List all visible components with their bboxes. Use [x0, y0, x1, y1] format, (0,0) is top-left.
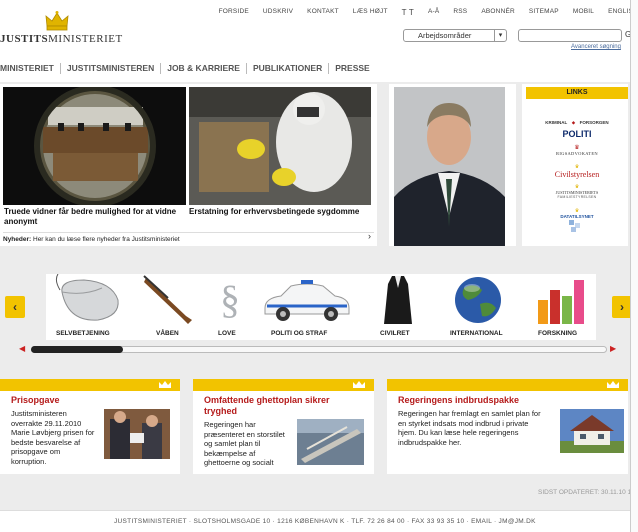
site-footer: JUSTITSMINISTERIET · SLOTSHOLMSGADE 10 ·…	[0, 510, 638, 532]
feature-body: Regeringen har præsenteret en storstilet…	[204, 420, 285, 467]
links-panel: LINKS KRIMINAL ◆ FORSORGEN POLITI ♛ RIGS…	[522, 84, 628, 246]
carousel-strip: SELVBETJENING VÅBEN § LOVE POLITI OG STR	[46, 273, 596, 340]
feature-body: Regeringen har fremlagt en samlet plan f…	[398, 409, 541, 447]
news-more-line[interactable]: Nyheder: Her kan du læse flere nyheder f…	[3, 232, 374, 243]
feature-indbrudspakke[interactable]: Regeringens indbrudspakke Regeringen har…	[387, 379, 628, 474]
courtroom-photo[interactable]	[3, 87, 186, 205]
minister-portrait-photo[interactable]	[394, 87, 505, 246]
carousel-item-civilret[interactable]: CIVILRET	[378, 274, 422, 340]
datatilsynet-squares-icon	[569, 220, 580, 232]
crown-icon	[159, 381, 171, 388]
minister-panel	[389, 84, 516, 246]
bar-chart-icon	[538, 280, 584, 324]
area-select[interactable]: Arbejdsområder ▾	[403, 29, 507, 42]
site-logo-text[interactable]: JUSTITSMINISTERIET	[0, 33, 123, 45]
feature-title[interactable]: Prisopgave	[11, 395, 176, 406]
topnav-text-size[interactable]: T T	[402, 8, 414, 17]
area-select-value: Arbejdsområder	[418, 31, 472, 40]
topic-carousel: ‹ SELVBETJENING VÅBEN § LOVE POLITI OG S…	[0, 270, 638, 358]
topnav-laes-hoejt[interactable]: LÆS HØJT	[353, 8, 388, 17]
carousel-label: POLITI OG STRAF	[271, 330, 328, 337]
crown-icon	[607, 381, 619, 388]
topnav-sitemap[interactable]: SITEMAP	[529, 8, 559, 17]
house-photo[interactable]	[560, 409, 624, 453]
carousel-item-love[interactable]: § LOVE	[212, 274, 248, 340]
news-label: Nyheder:	[3, 236, 32, 243]
carousel-scroll-thumb[interactable]	[31, 346, 123, 353]
nav-justitsministeren[interactable]: JUSTITSMINISTEREN	[61, 63, 162, 74]
crown-icon	[353, 381, 365, 388]
globe-icon	[455, 277, 501, 323]
crown-logo-icon[interactable]	[44, 10, 70, 32]
carousel-item-international[interactable]: INTERNATIONAL	[442, 274, 508, 340]
carousel-label: SELVBETJENING	[56, 330, 110, 337]
link-datatilsynet[interactable]: ♛ DATATILSYNET	[526, 208, 628, 238]
feature-header-bar	[0, 379, 180, 391]
judge-robe-icon	[384, 276, 412, 324]
main-nav: MINISTERIET JUSTITSMINISTEREN JOB & KARR…	[0, 63, 376, 74]
link-rigsadvokaten[interactable]: ♛ RIGSADVOKATEN	[526, 144, 628, 156]
link-familiestyrelsen[interactable]: ♛ JUSTITSMINISTERIETS FAMILIESTYRELSEN	[526, 184, 628, 199]
site-header: JUSTITSMINISTERIET FORSIDE UDSKRIV KONTA…	[0, 0, 638, 82]
computer-mouse-icon	[55, 273, 119, 321]
topnav-kontakt[interactable]: KONTAKT	[307, 8, 339, 17]
carousel-label: LOVE	[218, 330, 236, 337]
crown-icon: ♛	[574, 145, 580, 151]
carousel-prev-button[interactable]: ‹	[5, 296, 25, 318]
news-panel: Truede vidner får bedre mulighed for at …	[0, 84, 377, 246]
carousel-label: CIVILRET	[380, 330, 410, 337]
rifle-icon	[143, 275, 192, 324]
link-politi[interactable]: POLITI	[526, 124, 628, 142]
asbestos-worker-image	[189, 87, 371, 205]
carousel-label: VÅBEN	[156, 330, 179, 337]
carousel-label: FORSKNING	[538, 330, 577, 337]
feature-title[interactable]: Omfattende ghettoplan sikrer tryghed	[204, 395, 364, 417]
topnav-abonner[interactable]: ABONNÉR	[481, 8, 515, 17]
feature-ghettoplan[interactable]: Omfattende ghettoplan sikrer tryghed Reg…	[193, 379, 374, 474]
search-input[interactable]	[518, 29, 622, 42]
last-updated-text: SIDST OPDATERET: 30.11.10 11	[538, 489, 635, 496]
news-caption-2[interactable]: Erstatning for erhvervsbetingede sygdomm…	[189, 207, 375, 217]
police-car-icon	[264, 280, 350, 321]
carousel-item-forskning[interactable]: FORSKNING	[534, 274, 594, 340]
minister-portrait-image	[394, 87, 505, 246]
news-caption-1[interactable]: Truede vidner får bedre mulighed for at …	[4, 207, 184, 227]
feature-prisopgave[interactable]: Prisopgave Justitsministeren overrakte 2…	[0, 379, 180, 474]
carousel-label: INTERNATIONAL	[450, 330, 503, 337]
nav-ministeriet[interactable]: MINISTERIET	[0, 63, 61, 74]
scroll-left-arrow-icon[interactable]: ◀	[19, 344, 25, 353]
scroll-right-arrow-icon[interactable]: ▶	[610, 344, 616, 353]
topnav-forside[interactable]: FORSIDE	[219, 8, 249, 17]
topnav-rss[interactable]: RSS	[453, 8, 467, 17]
links-heading: LINKS	[526, 87, 628, 99]
chevron-down-icon: ▾	[494, 30, 506, 41]
feature-body: Justitsministeren overrakte 29.11.2010 M…	[11, 409, 95, 466]
asbestos-worker-photo[interactable]	[189, 87, 371, 205]
topnav-mobil[interactable]: MOBIL	[573, 8, 594, 17]
nav-presse[interactable]: PRESSE	[329, 63, 376, 74]
advanced-search-link[interactable]: Avanceret søgning	[571, 44, 621, 50]
housing-aerial-photo[interactable]	[297, 419, 364, 465]
news-more-text: Her kan du læse flere nyheder fra Justit…	[33, 236, 180, 243]
carousel-item-politi-og-straf[interactable]: POLITI OG STRAF	[261, 274, 361, 340]
carousel-item-selvbetjening[interactable]: SELVBETJENING	[54, 273, 134, 340]
paragraph-icon: §	[220, 277, 240, 322]
carousel-item-vaaben[interactable]: VÅBEN	[142, 274, 202, 340]
page-vertical-scrollbar[interactable]	[630, 0, 638, 532]
feature-header-bar	[387, 379, 628, 391]
feature-title[interactable]: Regeringens indbrudspakke	[398, 395, 618, 406]
courtroom-image	[3, 87, 186, 205]
chevron-right-icon[interactable]: ›	[368, 231, 371, 241]
footer-address-text: JUSTITSMINISTERIET · SLOTSHOLMSGADE 10 ·…	[114, 518, 536, 525]
topnav-a-aa[interactable]: A-Å	[428, 8, 439, 17]
nav-publikationer[interactable]: PUBLIKATIONER	[247, 63, 330, 74]
top-utility-nav: FORSIDE UDSKRIV KONTAKT LÆS HØJT T T A-Å…	[205, 8, 638, 17]
nav-job-karriere[interactable]: JOB & KARRIERE	[161, 63, 247, 74]
topnav-udskriv[interactable]: UDSKRIV	[263, 8, 293, 17]
award-ceremony-photo[interactable]	[104, 409, 170, 459]
carousel-next-button[interactable]: ›	[612, 296, 632, 318]
feature-header-bar	[193, 379, 374, 391]
link-civilstyrelsen[interactable]: ♛ Civilstyrelsen	[526, 164, 628, 179]
